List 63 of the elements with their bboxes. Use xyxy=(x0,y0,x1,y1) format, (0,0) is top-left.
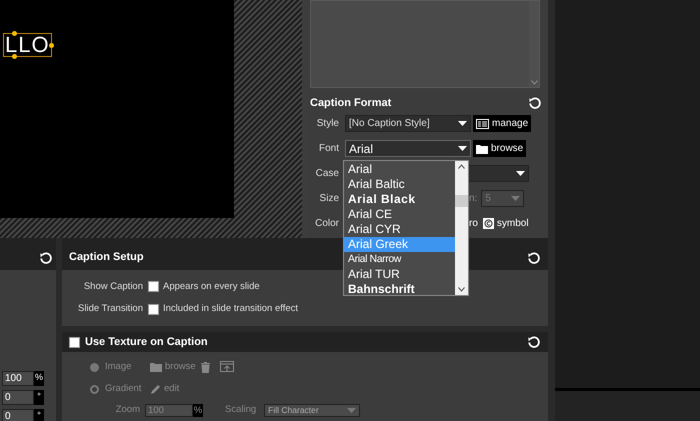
font-option[interactable]: Arial Baltic xyxy=(344,177,455,192)
unit-label: % xyxy=(193,404,203,417)
chevron-down-icon[interactable] xyxy=(458,287,465,292)
section-title: Use Texture on Caption xyxy=(85,334,208,350)
selection-handle-icon[interactable] xyxy=(12,54,17,59)
caret-icon xyxy=(511,196,520,201)
copyright-icon xyxy=(482,218,494,229)
unit-label: ° xyxy=(34,409,44,421)
reset-icon[interactable] xyxy=(527,335,541,349)
checkbox[interactable] xyxy=(148,304,159,315)
font-option[interactable]: Arial CE xyxy=(344,207,455,222)
field-label: Font xyxy=(318,142,339,156)
field-label: ro xyxy=(469,217,478,231)
unit-label: % xyxy=(34,371,44,386)
list-icon xyxy=(476,118,489,128)
section-title: Caption Setup xyxy=(69,250,144,264)
radio-label: Gradient xyxy=(105,382,142,396)
field-label: Size xyxy=(318,192,339,206)
checkbox-label: Appears on every slide xyxy=(163,280,260,294)
font-select[interactable]: Arial xyxy=(345,140,471,157)
section-title: Caption Format xyxy=(310,96,392,111)
unit-label: ° xyxy=(34,390,44,405)
number-field[interactable]: 0 xyxy=(2,409,34,421)
selected-caption-text[interactable]: LLO xyxy=(3,33,52,57)
field-label: Slide Transition xyxy=(77,302,143,316)
field-label: Case xyxy=(314,167,339,181)
manage-button[interactable]: manage xyxy=(473,115,532,132)
font-option[interactable]: Arial TUR xyxy=(344,267,455,282)
font-option[interactable]: Bahnschrift xyxy=(344,282,455,297)
folder-icon xyxy=(476,144,488,154)
checkbox[interactable] xyxy=(148,281,159,292)
field-label: Zoom xyxy=(114,403,140,418)
font-option[interactable]: Arial Black xyxy=(344,192,455,207)
style-select[interactable]: [No Caption Style] xyxy=(345,115,471,132)
font-option[interactable]: Arial xyxy=(344,162,455,177)
scrollbar[interactable] xyxy=(455,161,468,295)
scrollbar[interactable] xyxy=(529,1,539,87)
radio-label: Image xyxy=(105,360,132,374)
field-label: n: xyxy=(469,192,478,206)
number-field[interactable]: 100 xyxy=(2,371,34,386)
caret-icon xyxy=(347,408,356,413)
selection-handle-icon[interactable] xyxy=(12,31,17,36)
number-field[interactable]: 0 xyxy=(2,390,34,405)
reset-icon[interactable] xyxy=(527,251,541,265)
reset-icon[interactable] xyxy=(528,96,542,110)
checkbox-label: Included in slide transition effect xyxy=(163,302,298,316)
selection-handle-icon[interactable] xyxy=(48,43,54,48)
pencil-icon xyxy=(150,384,161,394)
field-label: Show Caption xyxy=(82,280,143,294)
symbol-button[interactable]: symbol xyxy=(482,216,529,231)
field-label: Style xyxy=(316,117,339,131)
chevron-up-icon[interactable] xyxy=(458,164,465,169)
font-option[interactable]: Arial CYR xyxy=(344,222,455,237)
browse-button[interactable]: browse xyxy=(473,140,526,157)
caret-icon xyxy=(516,171,525,176)
caret-icon xyxy=(458,146,467,151)
font-option[interactable]: Arial Narrow xyxy=(344,252,455,267)
reset-icon[interactable] xyxy=(39,251,53,265)
scrollbar-thumb[interactable] xyxy=(455,195,468,207)
caret-icon xyxy=(458,121,467,126)
field-label: Scaling xyxy=(225,403,256,418)
field-label: Color xyxy=(314,217,339,231)
folder-icon xyxy=(150,362,162,372)
